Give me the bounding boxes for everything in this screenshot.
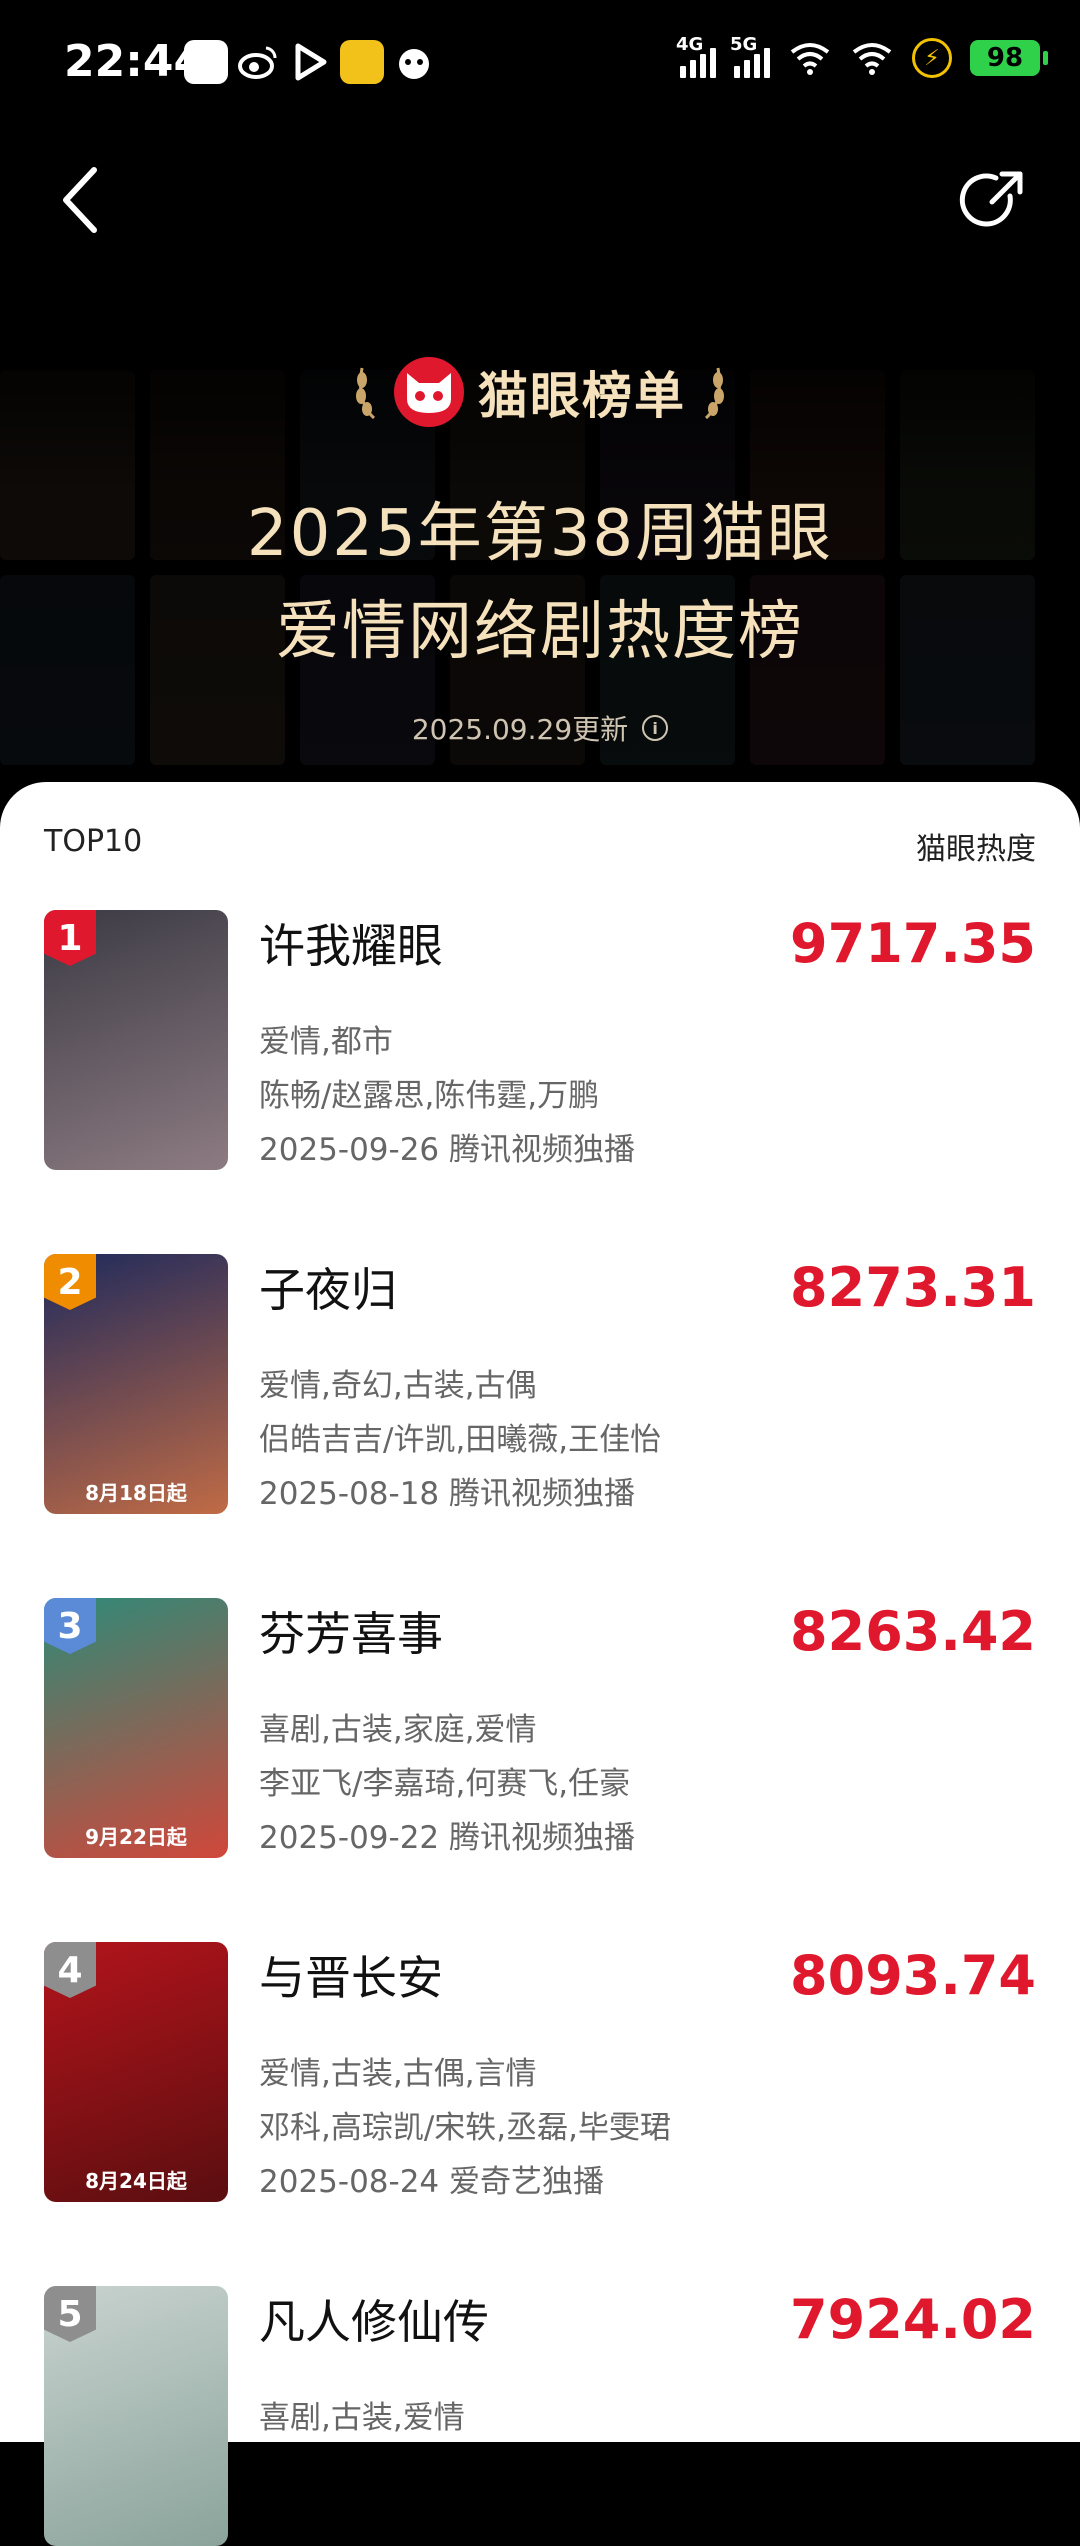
brand-row: 猫眼榜单	[0, 356, 1080, 428]
heat-score: 7924.02	[790, 2288, 1036, 2351]
drama-title: 与晋长安	[259, 1951, 443, 2005]
poster-image[interactable]: 3 9月22日起	[44, 1598, 228, 1858]
release-info: 2025-09-26 腾讯视频独播	[259, 1132, 636, 1168]
drama-cast: 李亚飞/李嘉琦,何赛飞,任豪	[259, 1766, 631, 1802]
drama-cast: 陈畅/赵露思,陈伟霆,万鹏	[259, 1078, 600, 1114]
release-info: 2025-08-24 爱奇艺独播	[259, 2164, 605, 2200]
ranking-title-line2: 爱情网络剧热度榜	[276, 595, 804, 669]
ranking-item[interactable]: 2 8月18日起 子夜归 8273.31 爱情,奇幻,古装,古偶侣皓吉吉/许凯,田曦薇,…	[44, 1254, 1036, 1514]
list-header: TOP10 猫眼热度	[44, 824, 1036, 868]
wifi-plus-icon	[790, 43, 830, 75]
power-saving-icon: ⚡	[912, 38, 952, 78]
ranking-item[interactable]: 1 许我耀眼 9717.35 爱情,都市陈畅/赵露思,陈伟霆,万鹏 2025-09-26…	[44, 910, 1036, 1170]
ranking-item[interactable]: 5 凡人修仙传 7924.02 喜剧,古装,爱情	[44, 2286, 1036, 2546]
gallery-app-icon	[184, 40, 228, 84]
heat-score: 8273.31	[790, 1256, 1036, 1319]
brand-title: 猫眼榜单	[478, 367, 686, 425]
poster-image[interactable]: 5	[44, 2286, 228, 2546]
heat-score: 8263.42	[790, 1600, 1036, 1663]
game-app-icon	[392, 40, 436, 84]
rank-badge: 2	[44, 1254, 96, 1310]
weibo-app-icon	[236, 40, 280, 84]
header-gradient	[0, 120, 1080, 800]
update-date: 2025.09.29更新	[411, 713, 629, 746]
cellular-4g-icon: 4G	[676, 34, 716, 78]
ranking-header: 猫眼榜单 2025年第38周猫眼 爱情网络剧热度榜 2025.09.29更新 i	[0, 120, 1080, 800]
drama-title: 芬芳喜事	[259, 1607, 443, 1661]
poster-caption: 9月22日起	[85, 1825, 187, 1849]
wifi-icon	[852, 43, 892, 75]
top10-label: TOP10	[44, 824, 143, 859]
drama-genres: 喜剧,古装,爱情	[259, 2400, 465, 2436]
video-app-icon	[288, 40, 332, 84]
status-indicators: 4G 5G ⚡ 98	[676, 34, 1048, 78]
drama-title: 许我耀眼	[259, 919, 443, 973]
ranking-list-sheet: TOP10 猫眼热度 1 许我耀眼 9717.35 爱情,都市陈畅/赵露思,陈伟霆,万…	[0, 782, 1080, 2546]
drama-genres: 爱情,都市	[259, 1024, 393, 1060]
back-button[interactable]	[48, 160, 118, 240]
poster-image[interactable]: 2 8月18日起	[44, 1254, 228, 1514]
heat-score: 9717.35	[790, 912, 1036, 975]
notes-app-icon	[340, 40, 384, 84]
status-bar: 22:44 4G 5G ⚡ 98	[0, 0, 1080, 120]
rank-badge: 4	[44, 1942, 96, 1998]
update-row: 2025.09.29更新 i	[0, 708, 1080, 748]
ranking-title-line1: 2025年第38周猫眼	[246, 497, 834, 571]
heat-column-label: 猫眼热度	[916, 832, 1036, 867]
laurel-right-icon	[704, 367, 724, 420]
drama-title: 子夜归	[259, 1263, 397, 1317]
poster-caption: 8月18日起	[85, 1481, 187, 1505]
drama-genres: 爱情,古装,古偶,言情	[259, 2056, 537, 2092]
rank-badge: 1	[44, 910, 96, 966]
ranking-item[interactable]: 3 9月22日起 芬芳喜事 8263.42 喜剧,古装,家庭,爱情李亚飞/李嘉琦,何赛飞…	[44, 1598, 1036, 1858]
drama-cast: 侣皓吉吉/许凯,田曦薇,王佳怡	[259, 1422, 662, 1458]
info-icon[interactable]: i	[642, 715, 669, 741]
heat-score: 8093.74	[790, 1944, 1036, 2007]
poster-image[interactable]: 4 8月24日起	[44, 1942, 228, 2202]
ranking-item[interactable]: 4 8月24日起 与晋长安 8093.74 爱情,古装,古偶,言情邓科,高琮凯/宋轶,丞…	[44, 1942, 1036, 2202]
poster-caption: 8月24日起	[85, 2169, 187, 2193]
drama-genres: 喜剧,古装,家庭,爱情	[259, 1712, 537, 1748]
rank-badge: 3	[44, 1598, 96, 1654]
poster-image[interactable]: 1	[44, 910, 228, 1170]
rank-badge: 5	[44, 2286, 96, 2342]
drama-cast: 邓科,高琮凯/宋轶,丞磊,毕雯珺	[259, 2110, 672, 2146]
release-info: 2025-09-22 腾讯视频独播	[259, 1820, 636, 1856]
drama-genres: 爱情,奇幻,古装,古偶	[259, 1368, 537, 1404]
laurel-left-icon	[356, 367, 376, 420]
release-info: 2025-08-18 腾讯视频独播	[259, 1476, 636, 1512]
cellular-5g-icon: 5G	[730, 34, 770, 78]
battery-indicator: 98	[970, 40, 1048, 76]
maoyan-cat-logo-icon	[394, 357, 464, 427]
share-button[interactable]	[958, 166, 1028, 236]
drama-title: 凡人修仙传	[259, 2295, 489, 2349]
